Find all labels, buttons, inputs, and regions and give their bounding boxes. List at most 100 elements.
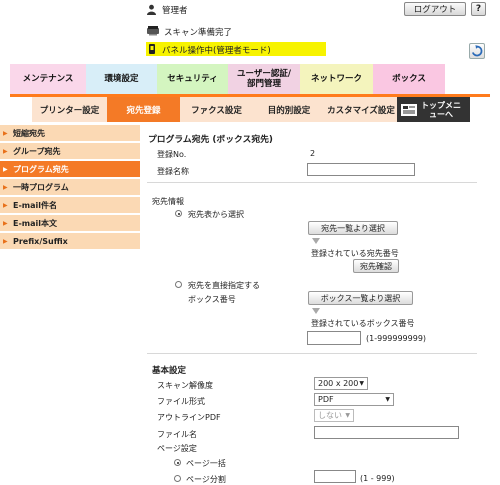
page-split-radio[interactable] [174, 475, 181, 482]
box-list-button[interactable]: ボックス一覧より選択 [308, 291, 413, 305]
subtab-label: ファクス設定 [191, 105, 242, 116]
subtab-customize-settings[interactable]: カスタマイズ設定 [325, 97, 397, 122]
page-batch-radio[interactable] [174, 459, 181, 466]
subtab-purpose-settings[interactable]: 目的別設定 [253, 97, 325, 122]
tab-label: ユーザー認証/部門管理 [237, 69, 291, 89]
sidebar-arrow-icon: ▶ [3, 183, 8, 191]
down-arrow-icon [312, 238, 320, 244]
reg-name-label: 登録名称 [157, 167, 189, 176]
refresh-button[interactable] [469, 43, 485, 59]
file-name-label: ファイル名 [157, 430, 197, 439]
tab-label: ネットワーク [310, 74, 362, 84]
outline-pdf-select[interactable]: しない ▼ [314, 409, 354, 422]
sidebar-arrow-icon: ▶ [3, 129, 8, 137]
admin-user-icon [147, 4, 156, 15]
subtab-fax-settings[interactable]: ファクス設定 [180, 97, 253, 122]
page-batch-label: ページ一括 [186, 459, 226, 468]
sidebar-item-label: プログラム宛先 [13, 164, 69, 174]
tab-user-auth[interactable]: ユーザー認証/部門管理 [228, 64, 300, 94]
box-no-label: ボックス番号 [188, 295, 236, 304]
sidebar-item-speed-dial[interactable]: ▶ 短縮宛先 [0, 125, 140, 143]
sidebar-arrow-icon: ▶ [3, 147, 8, 155]
scan-res-select[interactable]: 200 x 200 ▼ [314, 377, 368, 390]
reg-no-value: 2 [310, 149, 316, 158]
scanner-status-icon [147, 26, 159, 36]
down-arrow-icon [312, 308, 320, 314]
tab-network[interactable]: ネットワーク [300, 64, 373, 94]
sidebar-item-label: 一時プログラム [13, 182, 69, 192]
select-value: PDF [318, 395, 334, 404]
box-no-input[interactable] [307, 331, 361, 345]
chevron-down-icon: ▼ [345, 412, 350, 419]
direct-input-radio[interactable] [175, 281, 182, 288]
divider [147, 182, 477, 183]
sidebar-item-label: E-mail本文 [13, 218, 58, 228]
select-from-list-label: 宛先表から選択 [188, 210, 244, 219]
subtab-label: 宛先登録 [126, 105, 161, 116]
tab-environment[interactable]: 環境設定 [86, 64, 157, 94]
sidebar-item-group[interactable]: ▶ グループ宛先 [0, 143, 140, 161]
admin-label: 管理者 [162, 6, 188, 16]
sidebar-item-label: 短縮宛先 [13, 128, 45, 138]
tab-label: セキュリティ [167, 74, 218, 84]
refresh-icon [471, 45, 483, 57]
file-format-select[interactable]: PDF ▼ [314, 393, 394, 406]
sidebar-arrow-icon: ▶ [3, 219, 8, 227]
sidebar-arrow-icon: ▶ [3, 237, 8, 245]
box-no-range: (1-999999999) [366, 334, 427, 343]
sidebar: ▶ 短縮宛先 ▶ グループ宛先 ▶ プログラム宛先 ▶ 一時プログラム ▶ E-mail件… [0, 125, 140, 485]
reg-no-label: 登録No. [157, 150, 187, 159]
sidebar-item-label: Prefix/Suffix [13, 236, 68, 246]
mode-text: パネル操作中(管理者モード) [162, 46, 271, 56]
file-format-label: ファイル形式 [157, 397, 205, 406]
logout-button[interactable]: ログアウト [404, 2, 466, 16]
basic-settings-label: 基本設定 [152, 366, 187, 376]
registered-dest-label: 登録されている宛先番号 [311, 249, 399, 258]
tab-maintenance[interactable]: メンテナンス [10, 64, 86, 94]
status-text: スキャン準備完了 [164, 28, 233, 38]
tab-label: メンテナンス [22, 74, 74, 84]
subtab-top-menu[interactable]: トップメニューへ [397, 97, 470, 122]
sidebar-arrow-icon: ▶ [3, 201, 8, 209]
subtab-address-registration[interactable]: 宛先登録 [107, 97, 180, 122]
page-split-input[interactable] [314, 470, 356, 483]
page-title: プログラム宛先 (ボックス宛先) [148, 135, 273, 145]
subtab-label: トップメニューへ [421, 100, 461, 119]
sidebar-item-prefix-suffix[interactable]: ▶ Prefix/Suffix [0, 233, 140, 251]
sidebar-arrow-icon: ▶ [3, 165, 8, 173]
select-from-list-radio[interactable] [175, 210, 182, 217]
tab-security[interactable]: セキュリティ [157, 64, 228, 94]
tab-label: ボックス [392, 74, 426, 84]
subtab-label: プリンター設定 [39, 105, 100, 116]
select-value: 200 x 200 [318, 379, 359, 388]
reg-name-input[interactable] [307, 163, 415, 176]
direct-input-label: 宛先を直接指定する [188, 281, 260, 290]
tab-label: 環境設定 [104, 74, 139, 84]
subtab-printer-settings[interactable]: プリンター設定 [32, 97, 107, 122]
dest-confirm-button[interactable]: 宛先確認 [353, 259, 399, 273]
sidebar-item-email-body[interactable]: ▶ E-mail本文 [0, 215, 140, 233]
scan-res-label: スキャン解像度 [157, 381, 213, 390]
sidebar-item-email-subject[interactable]: ▶ E-mail件名 [0, 197, 140, 215]
key-icon [149, 44, 155, 54]
chevron-down-icon: ▼ [385, 396, 390, 403]
dest-info-label: 宛先情報 [152, 197, 184, 206]
registered-box-label: 登録されているボックス番号 [311, 319, 415, 328]
select-value: しない [318, 411, 342, 420]
tab-box[interactable]: ボックス [373, 64, 445, 94]
sidebar-item-label: グループ宛先 [13, 146, 61, 156]
sidebar-item-label: E-mail件名 [13, 200, 58, 210]
subtab-label: 目的別設定 [267, 105, 311, 116]
outline-pdf-label: アウトラインPDF [157, 413, 221, 422]
sidebar-item-temp-program[interactable]: ▶ 一時プログラム [0, 179, 140, 197]
subtab-label: カスタマイズ設定 [327, 105, 395, 116]
top-menu-icon [401, 103, 417, 116]
page-settings-label: ページ設定 [157, 444, 197, 453]
chevron-down-icon: ▼ [359, 380, 364, 387]
help-button[interactable]: ? [471, 2, 486, 16]
page-split-label: ページ分割 [186, 475, 226, 484]
divider [147, 353, 477, 354]
file-name-input[interactable] [314, 426, 459, 439]
sidebar-item-program[interactable]: ▶ プログラム宛先 [0, 161, 140, 179]
dest-list-button[interactable]: 宛先一覧より選択 [308, 221, 398, 235]
